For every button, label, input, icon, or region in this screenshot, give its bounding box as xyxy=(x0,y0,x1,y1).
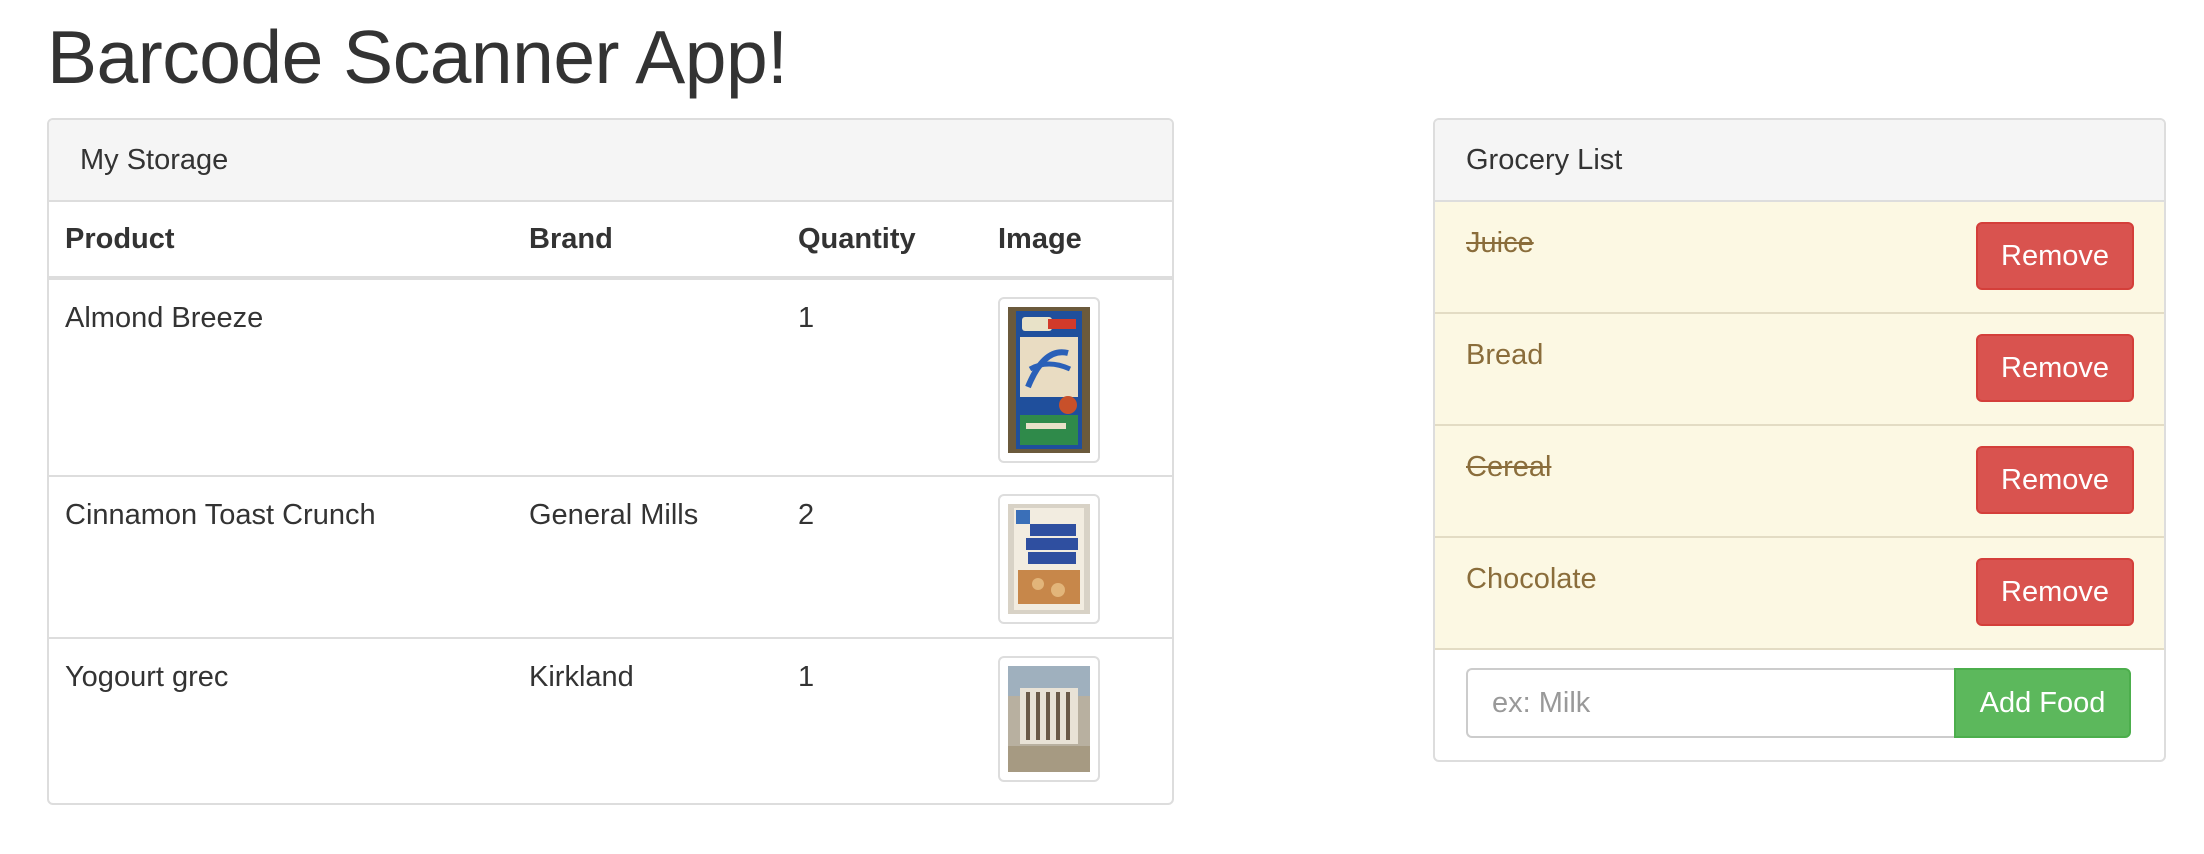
remove-button[interactable]: Remove xyxy=(1976,334,2134,402)
grocery-item-name: Juice xyxy=(1466,227,1534,259)
page-title: Barcode Scanner App! xyxy=(47,15,788,99)
image-cell xyxy=(982,637,1172,797)
grocery-item-name: Cereal xyxy=(1466,451,1552,483)
grocery-item: Bread Remove xyxy=(1435,314,2164,426)
table-row: Almond Breeze 1 xyxy=(49,278,1172,476)
quantity-cell: 1 xyxy=(782,637,982,797)
storage-table: Product Brand Quantity Image Almond Bree… xyxy=(49,202,1172,797)
add-food-form: Add Food xyxy=(1466,668,2131,738)
remove-button[interactable]: Remove xyxy=(1976,558,2134,626)
add-food-button[interactable]: Add Food xyxy=(1954,668,2131,738)
table-row: Cinnamon Toast Crunch General Mills 2 xyxy=(49,475,1172,638)
grocery-item-name: Bread xyxy=(1466,339,1544,371)
column-header-product: Product xyxy=(49,202,513,280)
column-header-quantity: Quantity xyxy=(782,202,982,280)
column-header-brand: Brand xyxy=(513,202,782,280)
product-cell: Cinnamon Toast Crunch xyxy=(49,475,513,638)
brand-cell xyxy=(513,278,782,476)
table-row: Yogourt grec Kirkland 1 xyxy=(49,637,1172,797)
grocery-list-panel: Grocery List Juice Remove Bread Remove C… xyxy=(1433,118,2166,762)
storage-table-header: Product Brand Quantity Image xyxy=(49,202,1172,280)
column-header-image: Image xyxy=(982,202,1172,280)
image-cell xyxy=(982,278,1172,476)
storage-panel-heading: My Storage xyxy=(49,120,1172,202)
cereal-box-image xyxy=(998,494,1100,624)
image-cell xyxy=(982,475,1172,638)
quantity-cell: 1 xyxy=(798,302,815,334)
product-cell: Yogourt grec xyxy=(49,637,513,797)
food-input[interactable] xyxy=(1466,668,1954,738)
brand-cell: General Mills xyxy=(513,475,782,638)
grocery-list-heading: Grocery List xyxy=(1435,120,2164,202)
quantity-cell: 2 xyxy=(782,475,982,638)
grocery-item: Cereal Remove xyxy=(1435,426,2164,538)
grocery-item-name: Chocolate xyxy=(1466,563,1597,595)
yogurt-container-image xyxy=(998,656,1100,782)
brand-cell: Kirkland xyxy=(513,637,782,797)
remove-button[interactable]: Remove xyxy=(1976,222,2134,290)
page: Barcode Scanner App! My Storage Product … xyxy=(0,0,2204,854)
remove-button[interactable]: Remove xyxy=(1976,446,2134,514)
storage-panel: My Storage Product Brand Quantity Image … xyxy=(47,118,1174,805)
grocery-item: Juice Remove xyxy=(1435,202,2164,314)
product-cell: Almond Breeze xyxy=(65,302,264,334)
almond-breeze-carton-image xyxy=(998,297,1100,463)
grocery-item: Chocolate Remove xyxy=(1435,538,2164,650)
